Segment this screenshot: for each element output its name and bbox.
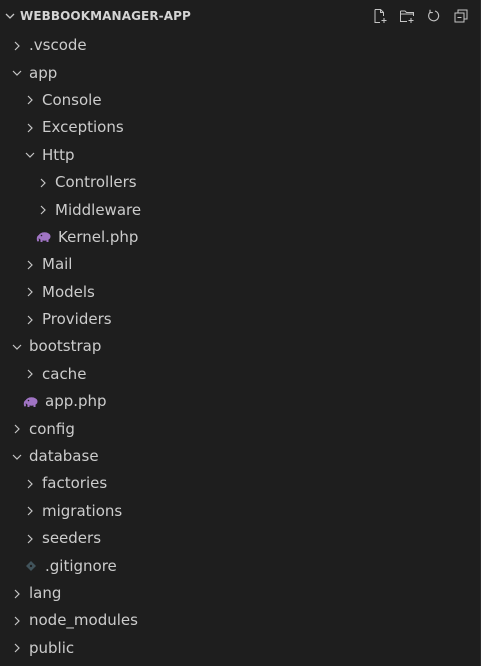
tree-item-label: factories: [42, 474, 108, 493]
tree-item-label: app: [29, 63, 58, 82]
folder-item-cache[interactable]: cache: [0, 361, 480, 388]
explorer-title: WEBBOOKMANAGER-APP: [20, 9, 191, 23]
chevron-right-icon[interactable]: [22, 476, 38, 492]
explorer-section-header[interactable]: WEBBOOKMANAGER-APP: [0, 0, 480, 32]
file-explorer: WEBBOOKMANAGER-APP .vscode app Console E…: [0, 0, 481, 666]
chevron-right-icon[interactable]: [9, 421, 25, 437]
php-elephant-icon: [22, 394, 40, 410]
chevron-down-icon[interactable]: [9, 339, 25, 355]
tree-item-label: lang: [29, 584, 62, 602]
tree-item-label: Mail: [42, 255, 73, 274]
tree-item-label: Models: [42, 282, 95, 301]
folder-item-seeders[interactable]: seeders: [0, 525, 480, 552]
folder-item-mail[interactable]: Mail: [0, 251, 480, 278]
folder-item-migrations[interactable]: migrations: [0, 498, 480, 525]
tree-item-label: database: [29, 447, 99, 466]
tree-item-label: Exceptions: [42, 118, 124, 137]
chevron-right-icon[interactable]: [22, 257, 38, 273]
tree-item-label: bootstrap: [29, 337, 102, 356]
tree-item-label: node_modules: [29, 611, 138, 630]
new-file-icon[interactable]: [371, 7, 389, 25]
tree-item-label: Kernel.php: [58, 227, 139, 246]
tree-item-label: .vscode: [29, 36, 87, 55]
chevron-right-icon[interactable]: [35, 202, 51, 218]
tree-item-label: Providers: [42, 310, 112, 329]
folder-item-middleware[interactable]: Middleware: [0, 196, 480, 223]
folder-item-http[interactable]: Http: [0, 142, 480, 169]
refresh-icon[interactable]: [425, 7, 443, 25]
folder-item-factories[interactable]: factories: [0, 470, 480, 497]
chevron-right-icon[interactable]: [35, 175, 51, 191]
tree-item-label: config: [29, 419, 75, 438]
chevron-down-icon[interactable]: [9, 65, 25, 81]
folder-item-public[interactable]: public: [0, 635, 480, 662]
chevron-right-icon[interactable]: [22, 92, 38, 108]
git-diamond-icon: [22, 558, 40, 574]
chevron-right-icon[interactable]: [22, 503, 38, 519]
chevron-down-icon[interactable]: [22, 147, 38, 163]
tree-item-label: Middleware: [55, 200, 142, 219]
tree-item-label: cache: [42, 364, 87, 383]
chevron-right-icon[interactable]: [22, 312, 38, 328]
folder-item-app[interactable]: app: [0, 59, 480, 86]
tree-item-label: app.php: [45, 392, 107, 411]
tree-item-label: public: [29, 638, 75, 657]
folder-item-bootstrap[interactable]: bootstrap: [0, 333, 480, 360]
folder-item-console[interactable]: Console: [0, 87, 480, 114]
explorer-actions: [371, 7, 470, 25]
tree-item-label: Controllers: [55, 173, 137, 192]
tree-item-label: seeders: [42, 529, 102, 548]
folder-item-models[interactable]: Models: [0, 279, 480, 306]
chevron-right-icon[interactable]: [9, 613, 25, 629]
chevron-down-icon[interactable]: [9, 449, 25, 465]
chevron-down-icon[interactable]: [2, 8, 18, 24]
chevron-right-icon[interactable]: [9, 38, 25, 54]
folder-item-config[interactable]: config: [0, 415, 480, 442]
folder-item-controllers[interactable]: Controllers: [0, 169, 480, 196]
folder-item-providers[interactable]: Providers: [0, 306, 480, 333]
chevron-right-icon[interactable]: [9, 586, 25, 602]
tree-item-label: migrations: [42, 501, 123, 520]
folder-item-exceptions[interactable]: Exceptions: [0, 114, 480, 141]
chevron-right-icon[interactable]: [22, 531, 38, 547]
file-tree: .vscode app Console Exceptions Http Controlle…: [0, 32, 480, 662]
file-item-kernel-php[interactable]: Kernel.php: [0, 224, 480, 251]
folder-item-database[interactable]: database: [0, 443, 480, 470]
chevron-right-icon[interactable]: [9, 640, 25, 656]
new-folder-icon[interactable]: [398, 7, 416, 25]
tree-item-label: Console: [42, 90, 102, 109]
php-elephant-icon: [35, 229, 53, 245]
file-item-app-php[interactable]: app.php: [0, 388, 480, 415]
collapse-all-icon[interactable]: [452, 7, 470, 25]
tree-item-label: Http: [42, 145, 75, 164]
folder-item-vscode[interactable]: .vscode: [0, 32, 480, 59]
folder-item-lang[interactable]: lang: [0, 580, 480, 607]
chevron-right-icon[interactable]: [22, 284, 38, 300]
folder-item-node-modules[interactable]: node_modules: [0, 607, 480, 634]
chevron-right-icon[interactable]: [22, 366, 38, 382]
file-item-gitignore[interactable]: .gitignore: [0, 552, 480, 579]
tree-item-label: .gitignore: [45, 556, 117, 575]
chevron-right-icon[interactable]: [22, 120, 38, 136]
